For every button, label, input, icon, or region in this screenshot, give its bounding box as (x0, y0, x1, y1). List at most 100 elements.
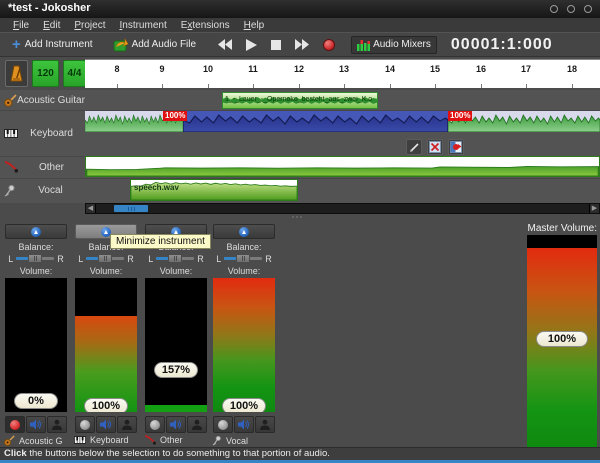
slider-handle[interactable] (236, 254, 251, 263)
ruler-number: 8 (114, 64, 120, 74)
bpm-button[interactable]: 120 (32, 60, 59, 87)
mixer-strip-vocal: Balance: L R Volume: 100% Vocal (212, 220, 276, 447)
scroll-left-icon[interactable]: ◀ (86, 204, 96, 213)
metronome-button[interactable] (5, 60, 28, 87)
balance-left-label: L (78, 253, 84, 264)
menu-file[interactable]: File (6, 20, 36, 31)
ruler-tick (435, 84, 436, 88)
volume-readout: 0% (14, 393, 58, 409)
add-audio-file-label: Add Audio File (131, 39, 197, 50)
delete-selection-button[interactable] (427, 139, 443, 155)
speaker-icon (238, 419, 249, 430)
track-header-acoustic-guitar[interactable]: Acoustic Guitar (0, 90, 85, 110)
solo-button[interactable] (117, 416, 137, 433)
pane-splitter-handle[interactable] (292, 216, 302, 218)
arm-record-button[interactable] (5, 416, 25, 433)
add-instrument-button[interactable]: + Add Instrument (8, 37, 97, 52)
audio-clip-acoustic-guitar[interactable]: 1_-_Lauer_-_Opernoko_besteht_aus_zwei_K.… (222, 92, 378, 109)
balance-slider[interactable] (224, 253, 263, 264)
mute-button[interactable] (166, 416, 186, 433)
volume-label: Volume: (159, 266, 193, 276)
brush-icon (409, 142, 419, 152)
menu-label: ile (19, 19, 30, 31)
volume-meter[interactable]: 0% (5, 278, 67, 412)
volume-meter[interactable]: 157% (145, 278, 207, 412)
close-window-icon[interactable] (584, 5, 592, 13)
minimize-window-icon[interactable] (550, 5, 558, 13)
time-signature-button[interactable]: 4/4 (63, 60, 86, 87)
mute-button[interactable] (234, 416, 254, 433)
track-name: Vocal (38, 185, 63, 196)
slider-handle[interactable] (28, 254, 43, 263)
master-volume-label: Master Volume: (527, 223, 597, 234)
minimize-instrument-button[interactable] (213, 224, 275, 239)
strip-instrument-name: Keyboard (74, 435, 146, 445)
menu-instrument[interactable]: Instrument (112, 20, 173, 31)
master-volume-meter[interactable]: 100% (527, 235, 597, 447)
ruler-tick (526, 84, 527, 88)
horizontal-scrollbar[interactable]: ◀ ▶ (85, 203, 600, 214)
menu-edit[interactable]: Edit (36, 20, 67, 31)
track-header-vocal[interactable]: Vocal (0, 178, 85, 203)
timeline-ruler[interactable]: 8 9 10 11 12 13 14 15 16 17 18 (85, 59, 600, 88)
ruler-number: 16 (475, 64, 486, 74)
transport-controls (218, 38, 336, 51)
arm-record-button[interactable] (75, 416, 95, 433)
solo-button[interactable] (187, 416, 207, 433)
menu-mnemonic: H (243, 19, 251, 31)
menu-label: nstrument (122, 19, 167, 31)
scrollbar-thumb[interactable] (114, 205, 148, 212)
mixer-panel: Balance: L R Volume: 0% Acoustic G Balan… (0, 220, 600, 447)
mute-button[interactable] (96, 416, 116, 433)
track-header-other[interactable]: Other (0, 156, 85, 178)
solo-button[interactable] (47, 416, 67, 433)
selection-fade-start-badge[interactable]: 100% (163, 111, 188, 121)
waveform-selection[interactable] (182, 111, 449, 133)
jokosher-window: *test - Jokosher File Edit Project Instr… (0, 0, 600, 463)
balance-left-label: L (8, 253, 14, 264)
arm-record-button[interactable] (145, 416, 165, 433)
menu-help[interactable]: Help (237, 20, 272, 31)
minimize-instrument-button[interactable] (5, 224, 67, 239)
menu-project[interactable]: Project (67, 20, 112, 31)
menu-bar: File Edit Project Instrument Extensions … (0, 18, 600, 32)
volume-meter[interactable]: 100% (75, 278, 137, 412)
audio-mixers-button[interactable]: Audio Mixers (351, 35, 437, 54)
rewind-button[interactable] (218, 39, 233, 50)
ruler-tick (117, 84, 118, 88)
stop-button[interactable] (271, 39, 282, 50)
solo-button[interactable] (255, 416, 275, 433)
status-text-bold: Click (4, 448, 27, 459)
play-button[interactable] (246, 38, 258, 51)
window-controls (550, 5, 592, 13)
speaker-icon (100, 419, 111, 430)
fade-tool-button[interactable] (406, 139, 422, 155)
track-header-keyboard[interactable]: Keyboard (0, 110, 85, 156)
record-arm-icon (80, 419, 90, 430)
menu-extensions[interactable]: Extensions (174, 20, 237, 31)
add-audio-file-button[interactable]: Add Audio File (109, 36, 201, 54)
balance-slider[interactable] (156, 253, 195, 264)
selection-fade-end-badge[interactable]: 100% (448, 111, 473, 121)
forward-button[interactable] (295, 39, 310, 50)
scroll-right-icon[interactable]: ▶ (589, 204, 599, 213)
balance-slider[interactable] (86, 253, 125, 264)
ruler-row: 120 4/4 8 9 10 11 12 13 14 15 16 17 18 (0, 57, 600, 90)
audio-clip-speech[interactable]: speech.wav (130, 179, 298, 201)
ruler-tick (299, 84, 300, 88)
slider-handle[interactable] (168, 254, 183, 263)
mute-button[interactable] (26, 416, 46, 433)
waveform (84, 165, 600, 177)
record-button[interactable] (323, 38, 336, 51)
audio-clip-other[interactable] (84, 156, 600, 177)
arm-record-button[interactable] (213, 416, 233, 433)
timecode-display: 00001:1:000 (450, 35, 553, 53)
balance-slider[interactable] (16, 253, 55, 264)
slider-handle[interactable] (98, 254, 113, 263)
strip-buttons (75, 416, 137, 433)
maximize-window-icon[interactable] (567, 5, 575, 13)
record-selection-button[interactable] (448, 139, 464, 155)
balance-label: Balance: (18, 242, 54, 252)
menu-label: tensions (192, 19, 230, 31)
volume-meter[interactable]: 100% (213, 278, 275, 412)
